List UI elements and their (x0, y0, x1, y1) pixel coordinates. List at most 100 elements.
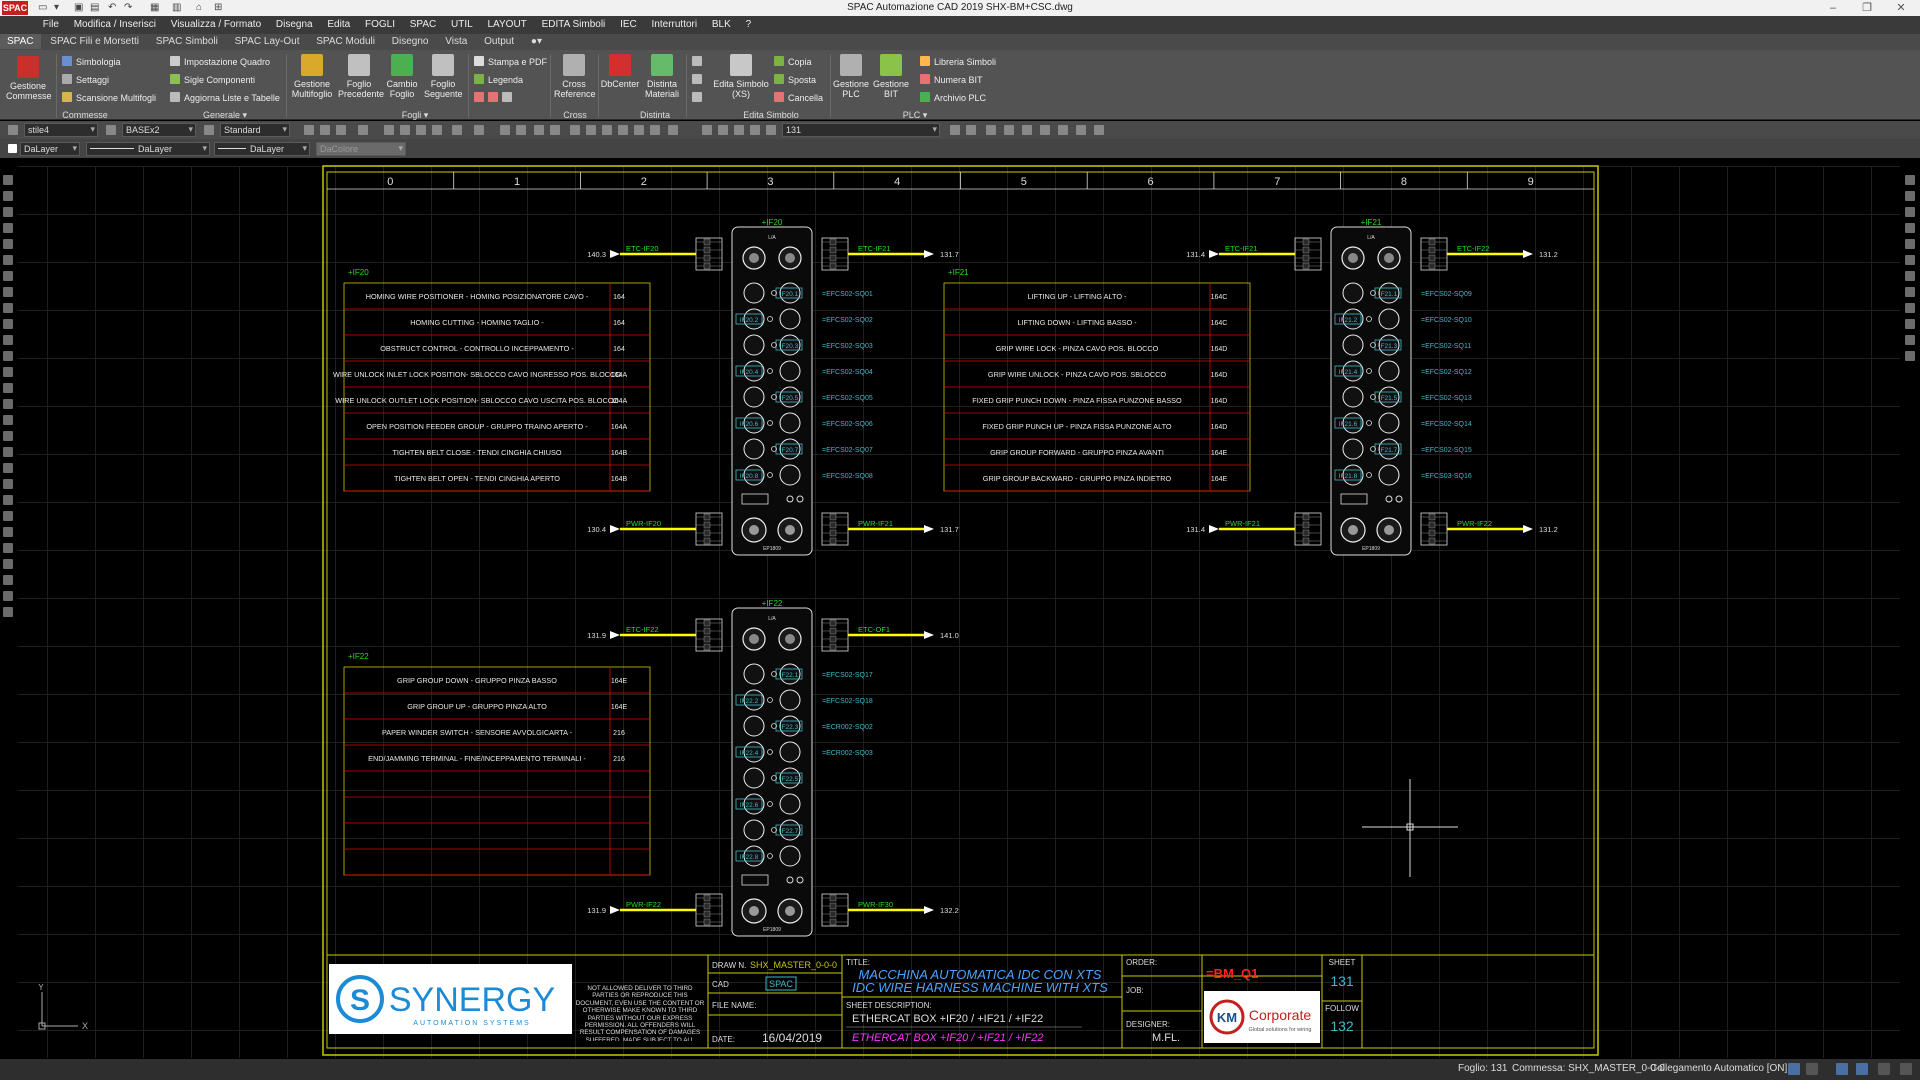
layer-manager-icon[interactable] (702, 125, 712, 135)
foglio-precedente-button[interactable]: Foglio Precedente (338, 54, 384, 99)
status-collegamento[interactable]: Collegamento Automatico [ON] (1650, 1063, 1787, 1074)
paste-icon[interactable] (416, 125, 426, 135)
calc-icon[interactable] (650, 125, 660, 135)
sposta-button[interactable]: Sposta (774, 74, 816, 85)
cancella-button[interactable]: Cancella (774, 92, 823, 103)
scale2-icon[interactable] (1905, 287, 1915, 297)
trim2-icon[interactable] (1905, 319, 1915, 329)
copy-clip-icon[interactable] (400, 125, 410, 135)
color-select[interactable]: DaLayer (20, 142, 80, 156)
menu-help[interactable]: ? (740, 16, 758, 30)
menu-edita[interactable]: Edita (321, 16, 356, 30)
dim-style-select[interactable]: BASEx2 (122, 123, 196, 137)
mirror-icon[interactable] (1905, 207, 1915, 217)
match-prop-icon[interactable] (432, 125, 442, 135)
tool-c[interactable] (692, 92, 706, 103)
tab-output[interactable]: Output (477, 34, 521, 49)
tab-more[interactable]: ●▾ (524, 34, 549, 49)
tool-5-icon[interactable] (384, 125, 394, 135)
join-icon[interactable] (3, 367, 13, 377)
zoom-window-icon[interactable] (534, 125, 544, 135)
osnap-icon[interactable] (1878, 1063, 1890, 1075)
zoom-icon[interactable] (516, 125, 526, 135)
cloud-icon[interactable] (3, 463, 13, 473)
grid-toggle-icon[interactable] (1806, 1063, 1818, 1075)
fogli-tools[interactable] (474, 92, 516, 103)
menu-fogli[interactable]: FOGLI (359, 16, 401, 30)
tool-b[interactable] (692, 74, 706, 85)
tool-a[interactable] (692, 56, 706, 67)
bulb-icon[interactable] (718, 125, 728, 135)
archivio-plc-button[interactable]: Archivio PLC (920, 92, 986, 103)
layer-select[interactable]: 131 (782, 123, 940, 137)
help-icon[interactable] (668, 125, 678, 135)
break-icon[interactable] (3, 351, 13, 361)
lineweight-select[interactable]: DaLayer (214, 142, 310, 156)
design-center-icon[interactable] (586, 125, 596, 135)
ellipse-icon[interactable] (3, 495, 13, 505)
gestione-commesse-button[interactable]: Gestione Commesse (6, 56, 52, 101)
copia-button[interactable]: Copia (774, 56, 812, 67)
settaggi-button[interactable]: Settaggi (62, 74, 109, 85)
gestione-plc-button[interactable]: Gestione PLC (832, 54, 870, 99)
menu-layout[interactable]: LAYOUT (482, 16, 533, 30)
table-style-select[interactable]: Standard (220, 123, 290, 137)
menu-blk[interactable]: BLK (706, 16, 737, 30)
array-icon[interactable] (1905, 239, 1915, 249)
sun-icon[interactable] (734, 125, 744, 135)
drawing-sheet[interactable]: 0 1 2 3 4 5 6 7 8 9 +IF20 L/A IF20.1 =EFCS02-SQ01 IF2… (322, 165, 1599, 1056)
tab-moduli[interactable]: SPAC Moduli (309, 34, 382, 49)
convert-icon[interactable] (1076, 125, 1086, 135)
scale-icon[interactable] (3, 287, 13, 297)
copy-icon[interactable] (1905, 191, 1915, 201)
text-icon[interactable] (3, 607, 13, 617)
simbologia-button[interactable]: Simbologia (62, 56, 121, 67)
close-icon[interactable]: ✕ (1886, 0, 1916, 16)
text-style-select[interactable]: stile4 (24, 123, 98, 137)
menu-icon[interactable] (1900, 1063, 1912, 1075)
chamfer-icon[interactable] (3, 383, 13, 393)
stretch2-icon[interactable] (1905, 303, 1915, 313)
restore-icon[interactable]: ❐ (1852, 0, 1882, 16)
aggiorna-liste-button[interactable]: Aggiorna Liste e Tabelle (170, 92, 280, 103)
zoom-prev-icon[interactable] (550, 125, 560, 135)
hatch-icon[interactable] (3, 543, 13, 553)
redo-icon[interactable] (474, 125, 484, 135)
sheetset-icon[interactable] (618, 125, 628, 135)
menu-iec[interactable]: IEC (614, 16, 643, 30)
table-icon[interactable] (3, 591, 13, 601)
dbcenter-button[interactable]: DbCenter (600, 54, 640, 89)
menu-modifica[interactable]: Modifica / Inserisci (68, 16, 162, 30)
xline-icon[interactable] (3, 191, 13, 201)
tool-1-icon[interactable] (304, 125, 314, 135)
find-icon[interactable] (1004, 125, 1014, 135)
extend-icon[interactable] (3, 335, 13, 345)
rectangle-icon[interactable] (3, 239, 13, 249)
group-label-plc[interactable]: PLC ▾ (870, 110, 960, 120)
arc-text-icon[interactable] (1094, 125, 1104, 135)
legenda-button[interactable]: Legenda (474, 74, 523, 85)
menu-spac[interactable]: SPAC (404, 16, 443, 30)
cross-reference-button[interactable]: Cross Reference (554, 54, 596, 99)
arc-icon[interactable] (3, 431, 13, 441)
stampa-pdf-button[interactable]: Stampa e PDF (474, 56, 547, 67)
polar-icon[interactable] (1856, 1063, 1868, 1075)
trim-icon[interactable] (3, 319, 13, 329)
offset-icon[interactable] (1905, 223, 1915, 233)
tool-3-icon[interactable] (336, 125, 346, 135)
spline-icon[interactable] (3, 479, 13, 489)
stretch-icon[interactable] (3, 303, 13, 313)
distinta-materiali-button[interactable]: Distinta Materiali (642, 54, 682, 99)
move-icon[interactable] (3, 255, 13, 265)
rotate2-icon[interactable] (1905, 271, 1915, 281)
polygon-icon[interactable] (3, 223, 13, 233)
polyline-icon[interactable] (3, 207, 13, 217)
gestione-multifoglio-button[interactable]: Gestione Multifoglio (290, 54, 334, 99)
menu-util[interactable]: UTIL (445, 16, 479, 30)
cambio-foglio-button[interactable]: Cambio Foglio (384, 54, 420, 99)
explode-icon[interactable] (3, 415, 13, 425)
rotate-icon[interactable] (3, 271, 13, 281)
minimize-icon[interactable]: – (1818, 0, 1848, 16)
circle-icon[interactable] (3, 447, 13, 457)
properties-icon[interactable] (570, 125, 580, 135)
